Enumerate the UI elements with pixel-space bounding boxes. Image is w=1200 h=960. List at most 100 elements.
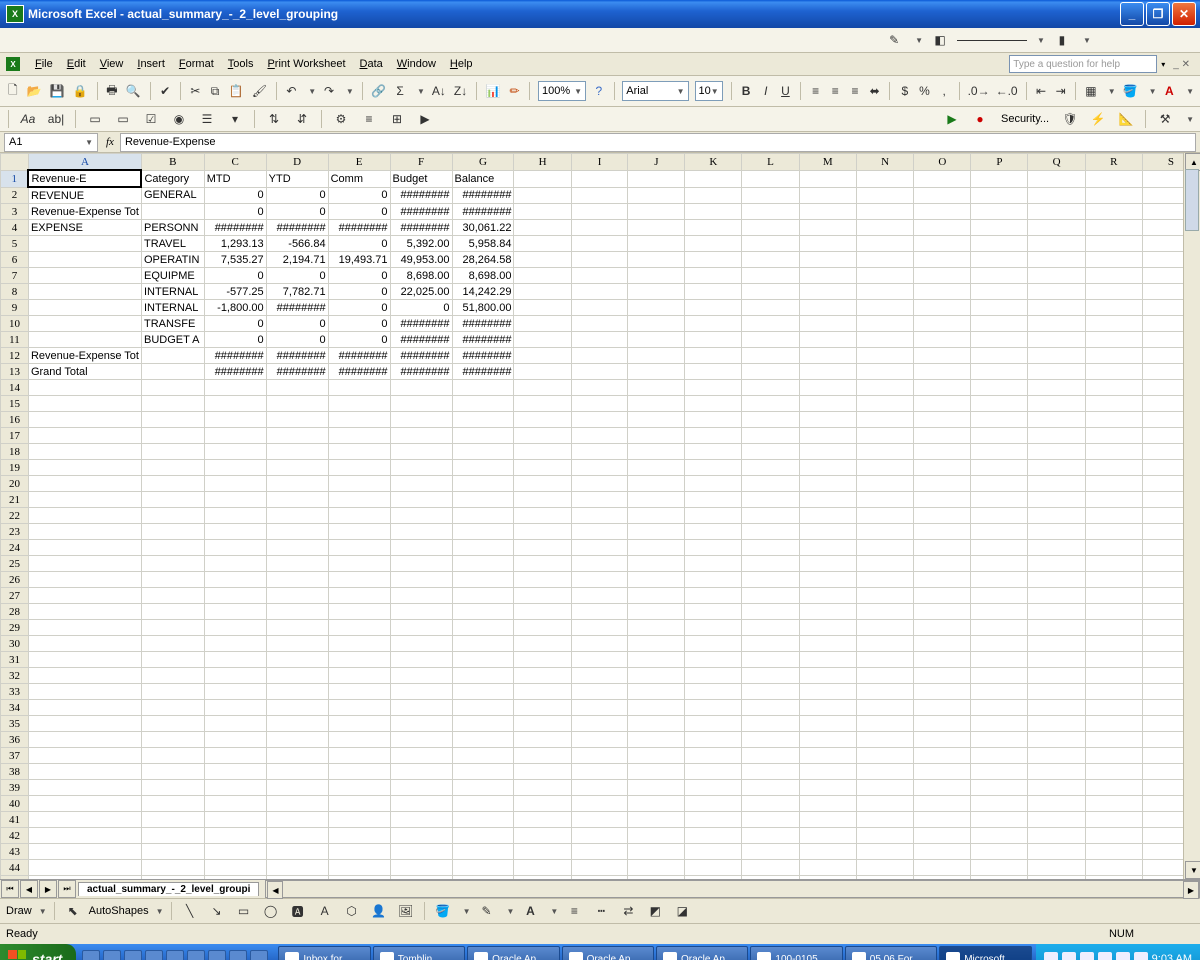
cell-F34[interactable] [390, 700, 452, 716]
cell-E9[interactable]: 0 [328, 300, 390, 316]
cell-E38[interactable] [328, 764, 390, 780]
cell-L6[interactable] [742, 252, 799, 268]
cell-J34[interactable] [628, 700, 685, 716]
cell-N39[interactable] [857, 780, 914, 796]
cell-F7[interactable]: 8,698.00 [390, 268, 452, 284]
cell-C2[interactable]: 0 [204, 187, 266, 204]
cell-L12[interactable] [742, 348, 799, 364]
cell-N34[interactable] [857, 700, 914, 716]
cell-P37[interactable] [971, 748, 1028, 764]
cell-Q41[interactable] [1028, 812, 1085, 828]
cell-G27[interactable] [452, 588, 514, 604]
cell-Q18[interactable] [1028, 444, 1085, 460]
cell-B41[interactable] [141, 812, 204, 828]
cell-P45[interactable] [971, 876, 1028, 880]
cell-D32[interactable] [266, 668, 328, 684]
cell-J11[interactable] [628, 332, 685, 348]
cell-E21[interactable] [328, 492, 390, 508]
control-properties-icon[interactable]: ⚙ [330, 108, 352, 130]
cell-O12[interactable] [914, 348, 971, 364]
cell-N17[interactable] [857, 428, 914, 444]
cell-G13[interactable]: ######## [452, 364, 514, 380]
cell-R14[interactable] [1085, 380, 1142, 396]
cell-A3[interactable]: Revenue-Expense Tot [28, 204, 141, 220]
cell-Q32[interactable] [1028, 668, 1085, 684]
sheet-tab[interactable]: actual_summary_-_2_level_groupi [78, 882, 259, 896]
cell-O33[interactable] [914, 684, 971, 700]
cell-O9[interactable] [914, 300, 971, 316]
cell-B32[interactable] [141, 668, 204, 684]
cell-G20[interactable] [452, 476, 514, 492]
cell-R2[interactable] [1085, 187, 1142, 204]
cell-E45[interactable] [328, 876, 390, 880]
cell-L28[interactable] [742, 604, 799, 620]
cell-C11[interactable]: 0 [204, 332, 266, 348]
cell-H35[interactable] [514, 716, 571, 732]
cell-R25[interactable] [1085, 556, 1142, 572]
cell-N25[interactable] [857, 556, 914, 572]
cell-H28[interactable] [514, 604, 571, 620]
quicklaunch-icon[interactable] [250, 950, 268, 960]
cell-K17[interactable] [685, 428, 742, 444]
cell-O1[interactable] [914, 170, 971, 187]
cell-R8[interactable] [1085, 284, 1142, 300]
cell-N43[interactable] [857, 844, 914, 860]
cell-K39[interactable] [685, 780, 742, 796]
cell-A11[interactable] [28, 332, 141, 348]
cell-D7[interactable]: 0 [266, 268, 328, 284]
cell-H25[interactable] [514, 556, 571, 572]
cell-N4[interactable] [857, 220, 914, 236]
cell-A45[interactable] [28, 876, 141, 880]
cell-R11[interactable] [1085, 332, 1142, 348]
cell-Q9[interactable] [1028, 300, 1085, 316]
cell-E35[interactable] [328, 716, 390, 732]
cell-L8[interactable] [742, 284, 799, 300]
font-color-icon[interactable]: A [1163, 80, 1177, 102]
row-header-23[interactable]: 23 [1, 524, 29, 540]
cell-J40[interactable] [628, 796, 685, 812]
cell-O43[interactable] [914, 844, 971, 860]
help-search-box[interactable]: Type a question for help [1009, 55, 1157, 73]
cell-B31[interactable] [141, 652, 204, 668]
cell-I13[interactable] [571, 364, 628, 380]
cell-C7[interactable]: 0 [204, 268, 266, 284]
cell-B18[interactable] [141, 444, 204, 460]
row-header-45[interactable]: 45 [1, 876, 29, 880]
cell-M24[interactable] [799, 540, 856, 556]
cell-H42[interactable] [514, 828, 571, 844]
cell-O35[interactable] [914, 716, 971, 732]
cell-D9[interactable]: ######## [266, 300, 328, 316]
cell-A41[interactable] [28, 812, 141, 828]
cell-G1[interactable]: Balance [452, 170, 514, 187]
cell-C4[interactable]: ######## [204, 220, 266, 236]
cell-Q25[interactable] [1028, 556, 1085, 572]
cell-H8[interactable] [514, 284, 571, 300]
autosum-icon[interactable]: Σ [393, 80, 407, 102]
cell-A33[interactable] [28, 684, 141, 700]
cell-D25[interactable] [266, 556, 328, 572]
cell-A17[interactable] [28, 428, 141, 444]
cell-G18[interactable] [452, 444, 514, 460]
cell-F29[interactable] [390, 620, 452, 636]
cell-K4[interactable] [685, 220, 742, 236]
cell-B22[interactable] [141, 508, 204, 524]
cell-M20[interactable] [799, 476, 856, 492]
cell-A4[interactable]: EXPENSE [28, 220, 141, 236]
cell-O38[interactable] [914, 764, 971, 780]
cell-P43[interactable] [971, 844, 1028, 860]
cell-N3[interactable] [857, 204, 914, 220]
cell-B16[interactable] [141, 412, 204, 428]
taskbar-button[interactable]: 100-0105… [750, 946, 842, 960]
cell-P24[interactable] [971, 540, 1028, 556]
cell-C32[interactable] [204, 668, 266, 684]
cell-K25[interactable] [685, 556, 742, 572]
col-header-B[interactable]: B [141, 154, 204, 171]
taskbar-button[interactable]: 05 06 For… [845, 946, 937, 960]
cell-I22[interactable] [571, 508, 628, 524]
cell-A14[interactable] [28, 380, 141, 396]
cell-G17[interactable] [452, 428, 514, 444]
cell-G10[interactable]: ######## [452, 316, 514, 332]
cell-M16[interactable] [799, 412, 856, 428]
cell-O5[interactable] [914, 236, 971, 252]
cell-C30[interactable] [204, 636, 266, 652]
